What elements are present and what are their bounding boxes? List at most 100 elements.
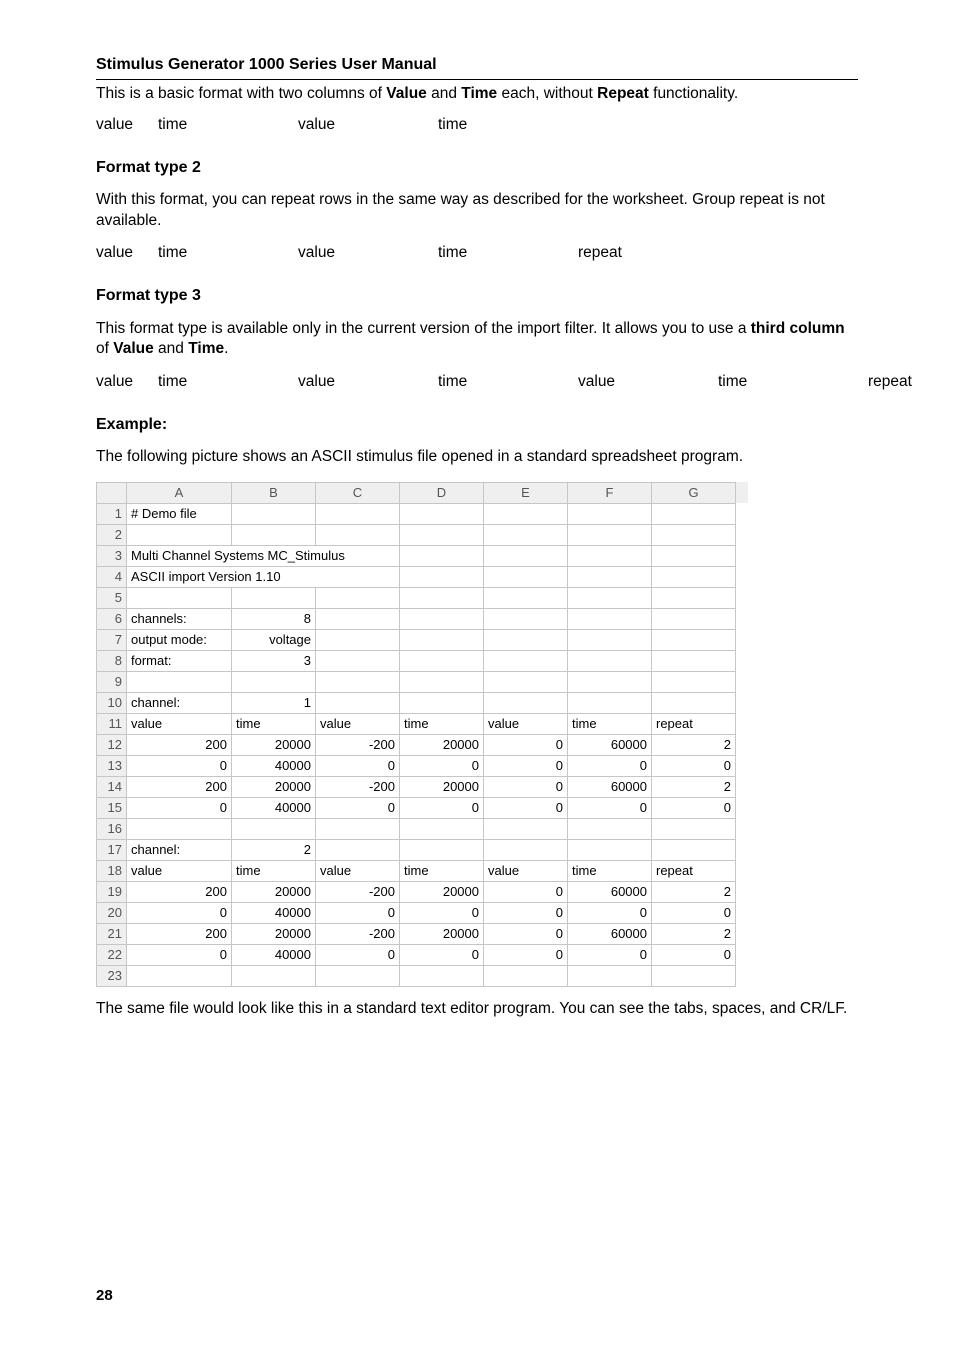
text: of xyxy=(96,340,113,357)
row-number: 23 xyxy=(97,965,127,986)
cell: channel: xyxy=(127,839,232,860)
col-label: value xyxy=(298,243,438,263)
row-number: 21 xyxy=(97,923,127,944)
cell: 2 xyxy=(652,776,736,797)
heading-format-type-3: Format type 3 xyxy=(96,285,858,306)
table-row: 7output mode:voltage xyxy=(97,629,748,650)
cell: 40000 xyxy=(232,755,316,776)
table-row: 18valuetimevaluetimevaluetimerepeat xyxy=(97,860,748,881)
cell: Multi Channel Systems MC_Stimulus xyxy=(127,545,400,566)
cell: time xyxy=(568,713,652,734)
cell: 0 xyxy=(484,944,568,965)
row-number: 18 xyxy=(97,860,127,881)
table-row: 4ASCII import Version 1.10 xyxy=(97,566,748,587)
cell: 0 xyxy=(316,944,400,965)
format2-columns: value time value time repeat xyxy=(96,243,858,263)
cell: 0 xyxy=(568,944,652,965)
table-row: 3Multi Channel Systems MC_Stimulus xyxy=(97,545,748,566)
cell: 60000 xyxy=(568,776,652,797)
cell: 0 xyxy=(652,797,736,818)
table-row: 9 xyxy=(97,671,748,692)
cell: 0 xyxy=(568,755,652,776)
row-number: 6 xyxy=(97,608,127,629)
format3-paragraph: This format type is available only in th… xyxy=(96,319,858,360)
row-number: 11 xyxy=(97,713,127,734)
row-number: 3 xyxy=(97,545,127,566)
table-row: 10channel:1 xyxy=(97,692,748,713)
doc-title: Stimulus Generator 1000 Series User Manu… xyxy=(96,54,858,77)
row-number: 4 xyxy=(97,566,127,587)
word-time: Time xyxy=(188,340,224,357)
col-header: G xyxy=(652,482,736,503)
cell: time xyxy=(232,860,316,881)
col-label: time xyxy=(438,115,548,135)
row-number: 8 xyxy=(97,650,127,671)
cell: format: xyxy=(127,650,232,671)
word-time: Time xyxy=(461,85,497,102)
cell: ASCII import Version 1.10 xyxy=(127,566,400,587)
title-rule xyxy=(96,79,858,80)
format1-columns: value time value time xyxy=(96,115,858,135)
cell: -200 xyxy=(316,923,400,944)
cell: 2 xyxy=(232,839,316,860)
cell: 40000 xyxy=(232,944,316,965)
example-paragraph: The following picture shows an ASCII sti… xyxy=(96,447,858,467)
cell: # Demo file xyxy=(127,503,232,524)
table-row: 5 xyxy=(97,587,748,608)
col-label: value xyxy=(578,372,718,392)
cell: 0 xyxy=(652,902,736,923)
cell: 0 xyxy=(400,797,484,818)
row-number: 15 xyxy=(97,797,127,818)
row-number: 7 xyxy=(97,629,127,650)
cell: 0 xyxy=(127,944,232,965)
table-row: 17channel:2 xyxy=(97,839,748,860)
cell: -200 xyxy=(316,734,400,755)
row-number: 17 xyxy=(97,839,127,860)
cell: voltage xyxy=(232,629,316,650)
cell: 0 xyxy=(127,902,232,923)
col-header-edge xyxy=(736,482,748,503)
col-header: C xyxy=(316,482,400,503)
col-label: time xyxy=(158,115,298,135)
table-row: 1920020000-200200000600002 xyxy=(97,881,748,902)
col-label: value xyxy=(298,372,438,392)
cell: 0 xyxy=(484,755,568,776)
page: Stimulus Generator 1000 Series User Manu… xyxy=(0,0,954,1350)
cell: time xyxy=(232,713,316,734)
text: This is a basic format with two columns … xyxy=(96,85,386,102)
row-number: 14 xyxy=(97,776,127,797)
cell: value xyxy=(484,860,568,881)
col-label: time xyxy=(438,243,578,263)
cell: 200 xyxy=(127,923,232,944)
col-header: F xyxy=(568,482,652,503)
cell: 60000 xyxy=(568,881,652,902)
word-repeat: Repeat xyxy=(597,85,649,102)
text: each, without xyxy=(497,85,597,102)
row-number: 22 xyxy=(97,944,127,965)
header-row: A B C D E F G xyxy=(97,482,748,503)
row-number: 13 xyxy=(97,755,127,776)
cell: value xyxy=(127,860,232,881)
word-value: Value xyxy=(386,85,427,102)
cell: 0 xyxy=(400,755,484,776)
cell: channel: xyxy=(127,692,232,713)
cell: 20000 xyxy=(400,776,484,797)
cell: value xyxy=(316,860,400,881)
col-label: value xyxy=(96,115,158,135)
row-number: 19 xyxy=(97,881,127,902)
page-number: 28 xyxy=(96,1286,113,1306)
cell: 40000 xyxy=(232,797,316,818)
cell: repeat xyxy=(652,713,736,734)
table-row: 8format:3 xyxy=(97,650,748,671)
col-header: A xyxy=(127,482,232,503)
table-row: 2120020000-200200000600002 xyxy=(97,923,748,944)
cell: 60000 xyxy=(568,734,652,755)
cell: 3 xyxy=(232,650,316,671)
col-header: D xyxy=(400,482,484,503)
cell: 0 xyxy=(484,776,568,797)
cell: 2 xyxy=(652,734,736,755)
row-number: 1 xyxy=(97,503,127,524)
cell: 2 xyxy=(652,923,736,944)
cell: 0 xyxy=(316,902,400,923)
cell: value xyxy=(316,713,400,734)
